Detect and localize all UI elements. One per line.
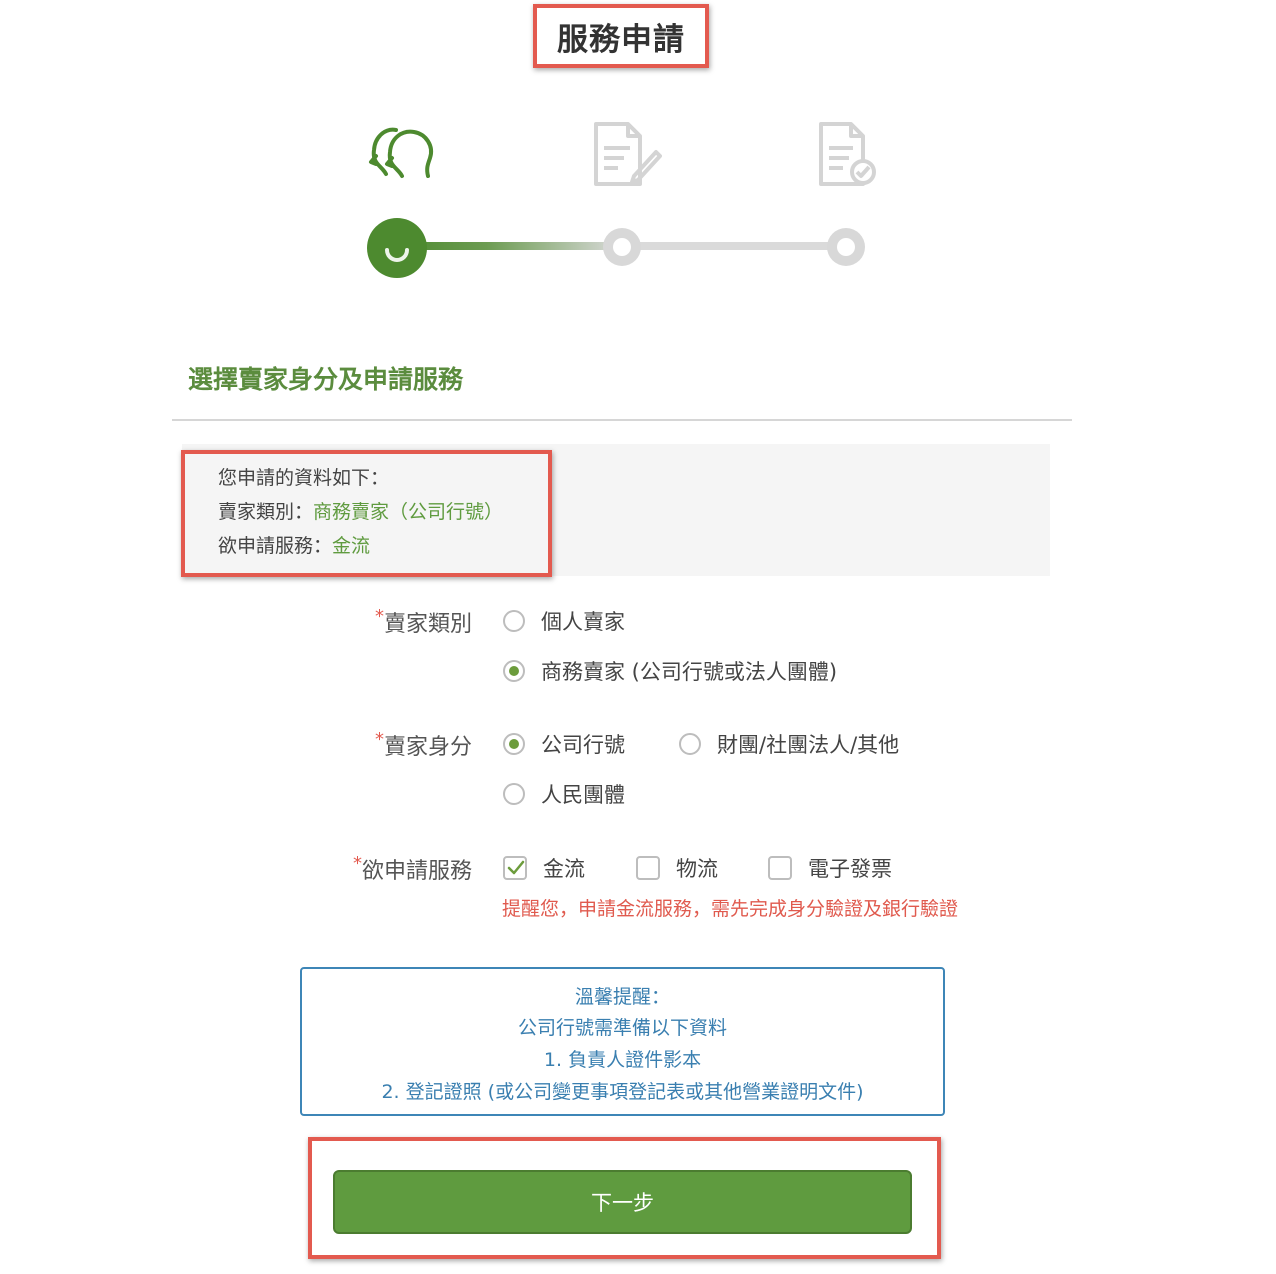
step-3-dot bbox=[827, 228, 865, 266]
services-label: *欲申請服務 bbox=[352, 853, 472, 884]
required-mark: * bbox=[374, 729, 384, 750]
tips-title: 溫馨提醒： bbox=[574, 986, 670, 1008]
option-label: 個人賣家 bbox=[541, 610, 625, 634]
service-option-e-invoice[interactable]: 電子發票 bbox=[768, 853, 892, 883]
option-label: 金流 bbox=[543, 857, 585, 881]
tips-line: 2. 登記證照 (或公司變更事項登記表或其他營業證明文件) bbox=[381, 1081, 864, 1103]
checkbox-payment[interactable] bbox=[503, 856, 527, 880]
seller-type-option-personal[interactable]: 個人賣家 bbox=[503, 606, 625, 636]
page-title-highlight bbox=[533, 4, 709, 68]
summary-highlight bbox=[181, 450, 552, 577]
seller-identity-icon bbox=[362, 118, 438, 188]
checkbox-logistics[interactable] bbox=[636, 856, 660, 880]
option-label: 公司行號 bbox=[541, 733, 625, 757]
radio-civic-group[interactable] bbox=[503, 783, 525, 805]
radio-personal[interactable] bbox=[503, 610, 525, 632]
radio-company[interactable] bbox=[503, 733, 525, 755]
step-2-dot bbox=[603, 228, 641, 266]
seller-identity-label: *賣家身分 bbox=[374, 729, 472, 760]
step-progress-inactive bbox=[622, 242, 846, 250]
step-1-dot bbox=[367, 218, 427, 278]
document-verified-icon bbox=[815, 118, 879, 194]
check-icon bbox=[507, 860, 525, 875]
option-label: 物流 bbox=[676, 857, 718, 881]
step-progress-active bbox=[396, 242, 622, 250]
seller-type-option-business[interactable]: 商務賣家 (公司行號或法人團體) bbox=[503, 656, 837, 686]
radio-business[interactable] bbox=[503, 660, 525, 682]
checkbox-e-invoice[interactable] bbox=[768, 856, 792, 880]
service-option-logistics[interactable]: 物流 bbox=[636, 853, 718, 883]
option-label: 人民團體 bbox=[541, 783, 625, 807]
identity-option-civic-group[interactable]: 人民團體 bbox=[503, 779, 625, 809]
section-title: 選擇賣家身分及申請服務 bbox=[188, 365, 464, 394]
next-button-highlight bbox=[308, 1137, 941, 1259]
required-mark: * bbox=[374, 606, 384, 627]
required-mark: * bbox=[352, 853, 362, 874]
service-option-payment[interactable]: 金流 bbox=[503, 853, 585, 883]
option-label: 商務賣家 (公司行號或法人團體) bbox=[541, 660, 838, 684]
fill-form-icon bbox=[590, 118, 662, 194]
section-divider bbox=[172, 419, 1072, 421]
payment-notice: 提醒您，申請金流服務，需先完成身分驗證及銀行驗證 bbox=[502, 898, 959, 920]
option-label: 電子發票 bbox=[808, 857, 892, 881]
option-label: 財團/社團法人/其他 bbox=[717, 733, 900, 757]
identity-option-company[interactable]: 公司行號 bbox=[503, 729, 625, 759]
seller-type-label: *賣家類別 bbox=[374, 606, 472, 637]
radio-foundation[interactable] bbox=[679, 733, 701, 755]
tips-line: 1. 負責人證件影本 bbox=[543, 1049, 702, 1071]
tips-line: 公司行號需準備以下資料 bbox=[517, 1017, 727, 1039]
identity-option-foundation[interactable]: 財團/社團法人/其他 bbox=[679, 729, 899, 759]
